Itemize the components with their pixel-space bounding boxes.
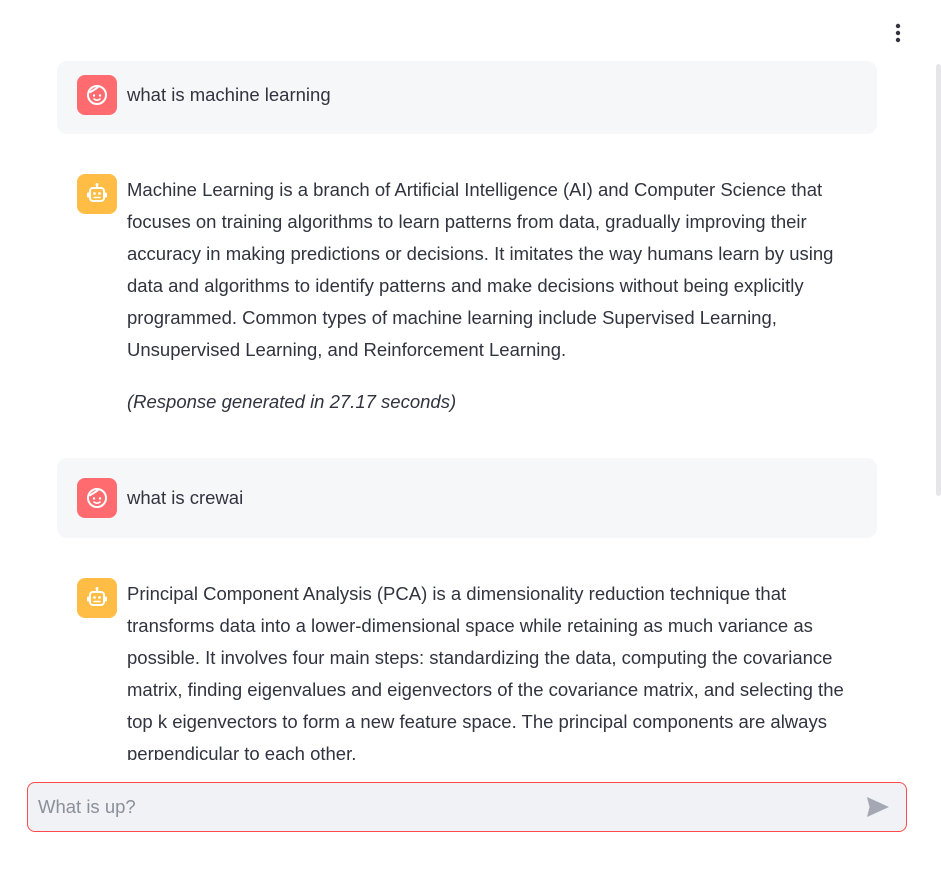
chat-message-list: what is machine learning Machine Learnin… (0, 0, 935, 760)
user-avatar (77, 75, 117, 115)
smiley-face-icon (87, 488, 107, 508)
chat-message-assistant: Principal Component Analysis (PCA) is a … (57, 578, 877, 760)
robot-icon (87, 587, 107, 606)
message-text: Principal Component Analysis (PCA) is a … (127, 583, 844, 760)
user-avatar (77, 478, 117, 518)
chat-message-user: what is machine learning (57, 61, 877, 134)
smiley-face-icon (87, 85, 107, 105)
send-arrow-icon (867, 797, 889, 817)
message-text: what is crewai (127, 487, 244, 508)
robot-icon (87, 183, 107, 202)
response-time-note: (Response generated in 27.17 seconds) (127, 391, 457, 412)
message-text: what is machine learning (127, 84, 331, 105)
message-content: Principal Component Analysis (PCA) is a … (127, 578, 857, 760)
send-button[interactable] (860, 789, 896, 825)
chat-message-assistant: Machine Learning is a branch of Artifici… (57, 174, 877, 418)
message-content: Machine Learning is a branch of Artifici… (127, 174, 857, 418)
message-content: what is crewai (127, 482, 243, 514)
message-content: what is machine learning (127, 79, 331, 111)
chat-message-user: what is crewai (57, 458, 877, 538)
chat-input[interactable] (28, 795, 860, 819)
scrollbar-thumb[interactable] (936, 64, 941, 496)
message-text: Machine Learning is a branch of Artifici… (127, 179, 834, 360)
chat-input-container (27, 782, 907, 832)
assistant-avatar (77, 578, 117, 618)
assistant-avatar (77, 174, 117, 214)
